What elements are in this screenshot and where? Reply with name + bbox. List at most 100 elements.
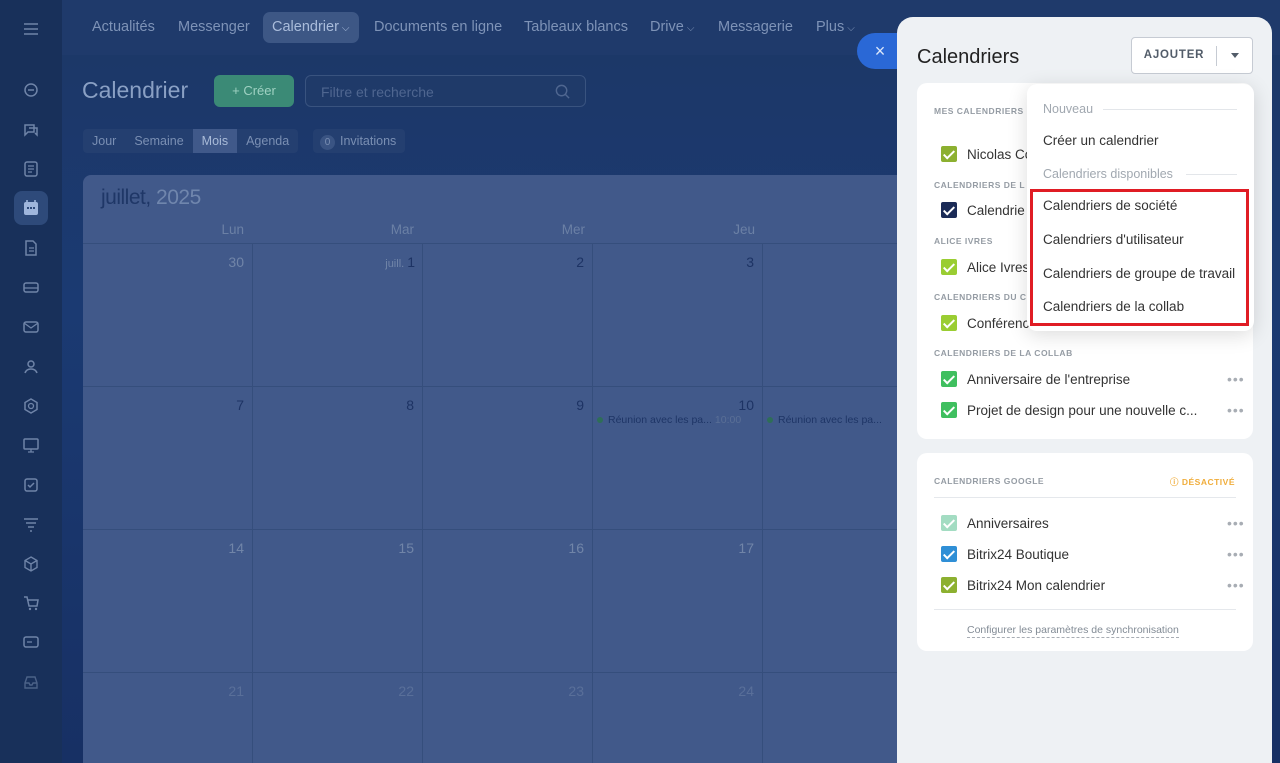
nav-calendrier[interactable]: Calendrier ⌵ (263, 12, 359, 43)
checkbox-icon[interactable] (941, 259, 957, 275)
add-button[interactable]: AJOUTER (1131, 37, 1253, 74)
day-cell[interactable]: 10 (694, 397, 754, 413)
section-label: CALENDRIERS DU C (934, 292, 1027, 302)
day-cell[interactable]: juill. 1 (354, 254, 415, 270)
drive-icon[interactable] (14, 270, 48, 304)
more-icon[interactable]: ••• (1227, 577, 1245, 593)
menu-icon[interactable] (14, 12, 48, 46)
create-button[interactable]: + Créer (214, 75, 294, 107)
inbox-icon[interactable] (14, 665, 48, 699)
checkbox-icon[interactable] (941, 546, 957, 562)
checkbox-icon[interactable] (941, 515, 957, 531)
more-icon[interactable]: ••• (1227, 371, 1245, 387)
card-icon[interactable] (14, 625, 48, 659)
checkbox-icon[interactable] (941, 202, 957, 218)
tab-semaine[interactable]: Semaine (125, 129, 192, 153)
tab-mois[interactable]: Mois (192, 129, 238, 153)
checkbox-icon[interactable] (941, 146, 957, 162)
calendar-item[interactable]: Alice Ivres (941, 257, 1029, 277)
calendar-item[interactable]: Bitrix24 Mon calendrier (941, 575, 1105, 595)
day-cell[interactable]: 24 (694, 683, 754, 699)
hexagon-icon[interactable] (14, 389, 48, 423)
calendar-icon[interactable] (14, 191, 48, 225)
grid-line (422, 243, 423, 763)
page-title: Calendrier (82, 77, 189, 103)
tab-jour[interactable]: Jour (83, 129, 125, 153)
calendar-name: Anniversaire de l'entreprise (967, 371, 1131, 387)
chevron-down-icon[interactable] (1231, 53, 1239, 58)
tab-agenda[interactable]: Agenda (237, 129, 298, 153)
weekday-header: Mer (561, 222, 585, 237)
calendar-item[interactable]: Calendrie (941, 200, 1025, 220)
weekday-header: Jeu (733, 222, 755, 237)
day-cell[interactable]: 7 (184, 397, 244, 413)
calendar-event[interactable]: Réunion avec les pa... (767, 414, 913, 426)
more-icon[interactable]: ••• (1227, 546, 1245, 562)
nav-plus[interactable]: Plus ⌵ (807, 12, 864, 43)
calendar-event[interactable]: Réunion avec les pa... 10:00 (597, 414, 757, 426)
cart-icon[interactable] (14, 586, 48, 620)
day-cell[interactable]: 9 (524, 397, 584, 413)
close-panel-button[interactable]: × (857, 33, 899, 69)
sync-settings-link[interactable]: Configurer les paramètres de synchronisa… (967, 624, 1179, 638)
day-cell[interactable]: 14 (184, 540, 244, 556)
more-icon[interactable]: ••• (1227, 515, 1245, 531)
calendar-name: Nicolas Co (967, 146, 1033, 162)
grid-line (592, 243, 593, 763)
nav-messenger[interactable]: Messenger (169, 12, 259, 43)
invitations-button[interactable]: 0 Invitations (313, 129, 406, 153)
day-cell[interactable]: 30 (184, 254, 244, 270)
calendar-item[interactable]: Projet de design pour une nouvelle c... (941, 400, 1197, 420)
day-cell[interactable]: 3 (694, 254, 754, 270)
nav-actualites[interactable]: Actualités (83, 12, 164, 43)
day-cell[interactable]: 15 (354, 540, 414, 556)
grid-line (83, 243, 913, 244)
calendar-item[interactable]: Anniversaire de l'entreprise (941, 369, 1130, 389)
nav-documents[interactable]: Documents en ligne (365, 12, 511, 43)
calendar-item[interactable]: Conférenc (941, 313, 1029, 333)
section-label: CALENDRIERS GOOGLE (934, 476, 1045, 486)
calendar-month: juillet, (101, 186, 151, 209)
grid-line (762, 243, 763, 763)
documents-icon[interactable] (14, 231, 48, 265)
day-cell[interactable]: 2 (524, 254, 584, 270)
nav-messagerie[interactable]: Messagerie (709, 12, 802, 43)
create-calendar-item[interactable]: Créer un calendrier (1043, 133, 1159, 148)
event-title: Réunion avec les pa... (778, 414, 882, 426)
section-label: MES CALENDRIERS (934, 106, 1024, 116)
activity-icon[interactable] (14, 73, 48, 107)
feed-icon[interactable] (14, 152, 48, 186)
day-cell[interactable]: 16 (524, 540, 584, 556)
groups-icon[interactable] (14, 350, 48, 384)
status-badge: ⓘ DÉSACTIVÉ (1169, 477, 1235, 487)
cube-icon[interactable] (14, 547, 48, 581)
calendar-item[interactable]: Nicolas Co (941, 144, 1032, 164)
day-cell[interactable]: 8 (354, 397, 414, 413)
divider (1186, 174, 1237, 175)
checkbox-icon[interactable] (941, 315, 957, 331)
checkbox-icon[interactable] (941, 371, 957, 387)
nav-drive[interactable]: Drive ⌵ (641, 12, 703, 43)
nav-calendrier-label: Calendrier (272, 19, 339, 35)
nav-tableaux-blancs[interactable]: Tableaux blancs (515, 12, 637, 43)
add-button-divider (1216, 46, 1217, 66)
board-icon[interactable] (14, 428, 48, 462)
mail-icon[interactable] (14, 310, 48, 344)
search-input[interactable]: Filtre et recherche (305, 75, 586, 107)
calendar-item[interactable]: Anniversaires (941, 513, 1049, 533)
checkbox-icon[interactable] (941, 577, 957, 593)
tasks-icon[interactable] (14, 468, 48, 502)
calendar-item[interactable]: Bitrix24 Boutique (941, 544, 1069, 564)
day-cell[interactable]: 22 (354, 683, 414, 699)
nav-plus-label: Plus (816, 19, 845, 35)
day-cell[interactable]: 17 (694, 540, 754, 556)
calendar-year: 2025 (156, 186, 201, 209)
checkbox-icon[interactable] (941, 402, 957, 418)
filter-icon[interactable] (14, 507, 48, 541)
chat-icon[interactable] (14, 113, 48, 147)
day-cell[interactable]: 21 (184, 683, 244, 699)
month-calendar: juillet, 2025 Lun Mar Mer Jeu 30 juill. 1… (83, 175, 913, 763)
more-icon[interactable]: ••• (1227, 402, 1245, 418)
invitations-label: Invitations (340, 134, 397, 148)
day-cell[interactable]: 23 (524, 683, 584, 699)
